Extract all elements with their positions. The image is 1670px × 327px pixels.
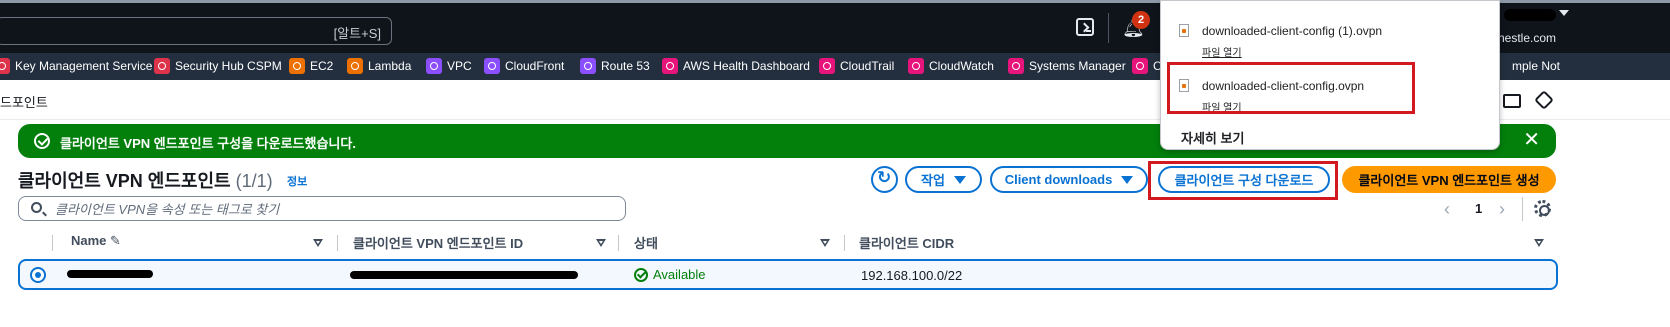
client-downloads-button[interactable]: Client downloads [990, 166, 1148, 193]
column-divider [618, 235, 619, 251]
console-page: [알트+S] 🔔︎ 2 nestle.com Key Management Se… [0, 0, 1670, 327]
route53-icon [580, 58, 596, 74]
highlight-box [1167, 62, 1415, 114]
sort-caret-icon[interactable] [313, 239, 323, 247]
sort-caret-icon[interactable] [1534, 239, 1544, 247]
filter-input[interactable] [55, 200, 615, 218]
breadcrumb[interactable]: 드포인트 [0, 92, 48, 111]
favorite-vpc[interactable]: VPC [426, 56, 472, 76]
info-link[interactable]: 정보 [287, 173, 307, 189]
lambda-icon [347, 58, 363, 74]
check-circle-icon [634, 267, 648, 282]
search-icon [31, 202, 42, 213]
service-icon [1132, 58, 1148, 74]
file-icon [1179, 24, 1189, 37]
favorite-cloudfront[interactable]: CloudFront [484, 56, 564, 76]
gear-icon[interactable] [1534, 200, 1551, 217]
caret-down-icon [1121, 175, 1134, 184]
security-hub-icon [154, 58, 170, 74]
favorite-ec2[interactable]: EC2 [289, 56, 333, 76]
chevron-down-icon[interactable] [1559, 10, 1569, 16]
screen-icon[interactable] [1503, 94, 1521, 108]
account-menu-redacted[interactable] [1504, 9, 1556, 21]
column-divider [337, 235, 338, 251]
caret-down-icon [953, 175, 966, 184]
pencil-icon: ✎ [110, 233, 121, 248]
favorite-cloudwatch[interactable]: CloudWatch [908, 56, 994, 76]
page-number[interactable]: 1 [1475, 201, 1482, 216]
favorite-truncated[interactable]: C [1132, 56, 1162, 76]
column-divider [844, 235, 845, 251]
download-filename: downloaded-client-config (1).ovpn [1202, 24, 1383, 38]
systems-manager-icon [1008, 58, 1024, 74]
kms-icon [0, 58, 10, 74]
nav-divider [1108, 13, 1109, 43]
endpoint-id-redacted[interactable] [350, 271, 578, 279]
client-cidr: 192.168.100.0/22 [861, 268, 963, 283]
cloudfront-icon [484, 58, 500, 74]
cloudshell-icon[interactable] [1076, 18, 1094, 36]
cloudwatch-icon [908, 58, 924, 74]
downloads-popup: downloaded-client-config (1).ovpn 파일 열기 … [1160, 0, 1500, 150]
account-domain: nestle.com [1498, 31, 1557, 45]
settings-diamond-icon[interactable] [1534, 90, 1554, 110]
search-shortcut-hint: [알트+S] [333, 26, 381, 41]
favorite-cloudtrail[interactable]: CloudTrail [819, 56, 894, 76]
sort-caret-icon[interactable] [820, 239, 830, 247]
ec2-icon [289, 58, 305, 74]
filter-box[interactable] [18, 196, 626, 221]
favorite-systems-manager[interactable]: Systems Manager [1008, 56, 1126, 76]
column-header-status[interactable]: 상태 [634, 233, 658, 252]
table-header: Name ✎ 클라이언트 VPN 엔드포인트 ID 상태 클라이언트 CIDR [18, 231, 1558, 255]
column-divider [52, 235, 53, 251]
status-badge: Available [634, 267, 706, 282]
page-title: 클라이언트 VPN 엔드포인트 (1/1) [18, 171, 273, 191]
page-next-button[interactable]: › [1499, 199, 1505, 220]
column-header-endpoint-id[interactable]: 클라이언트 VPN 엔드포인트 ID [353, 233, 523, 252]
cloudtrail-icon [819, 58, 835, 74]
actions-button[interactable]: 작업 [905, 166, 982, 193]
create-endpoint-button[interactable]: 클라이언트 VPN 엔드포인트 생성 [1342, 166, 1556, 193]
page-prev-button[interactable]: ‹ [1444, 199, 1450, 220]
download-item[interactable]: downloaded-client-config (1).ovpn 파일 열기 [1175, 20, 1475, 60]
table-row[interactable]: Available 192.168.100.0/22 [18, 259, 1558, 290]
favorite-health-dashboard[interactable]: AWS Health Dashboard [662, 56, 810, 76]
health-dashboard-icon [662, 58, 678, 74]
column-header-cidr[interactable]: 클라이언트 CIDR [859, 233, 954, 252]
flash-message: 클라이언트 VPN 엔드포인트 구성을 다운로드했습니다. [60, 136, 356, 151]
see-more-link[interactable]: 자세히 보기 [1181, 128, 1244, 147]
close-icon[interactable]: ✕ [1523, 129, 1540, 151]
favorite-lambda[interactable]: Lambda [347, 56, 411, 76]
favorite-notes-truncated[interactable]: mple Not [1512, 56, 1560, 76]
sort-caret-icon[interactable] [596, 239, 606, 247]
item-count: (1/1) [235, 171, 273, 191]
notification-badge: 2 [1132, 11, 1150, 29]
favorite-key-management-service[interactable]: Key Management Service [0, 56, 152, 76]
favorite-route53[interactable]: Route 53 [580, 56, 650, 76]
global-search-input[interactable]: [알트+S] [0, 17, 392, 45]
pager-divider [1522, 197, 1523, 221]
refresh-button[interactable] [871, 166, 898, 193]
row-radio-selected[interactable] [30, 267, 46, 283]
check-circle-icon [34, 133, 50, 149]
name-redacted [67, 270, 153, 278]
favorite-security-hub[interactable]: Security Hub CSPM [154, 56, 282, 76]
vpc-icon [426, 58, 442, 74]
column-header-name[interactable]: Name ✎ [71, 233, 121, 249]
highlight-box [1148, 161, 1338, 200]
open-file-link[interactable]: 파일 열기 [1202, 44, 1242, 59]
